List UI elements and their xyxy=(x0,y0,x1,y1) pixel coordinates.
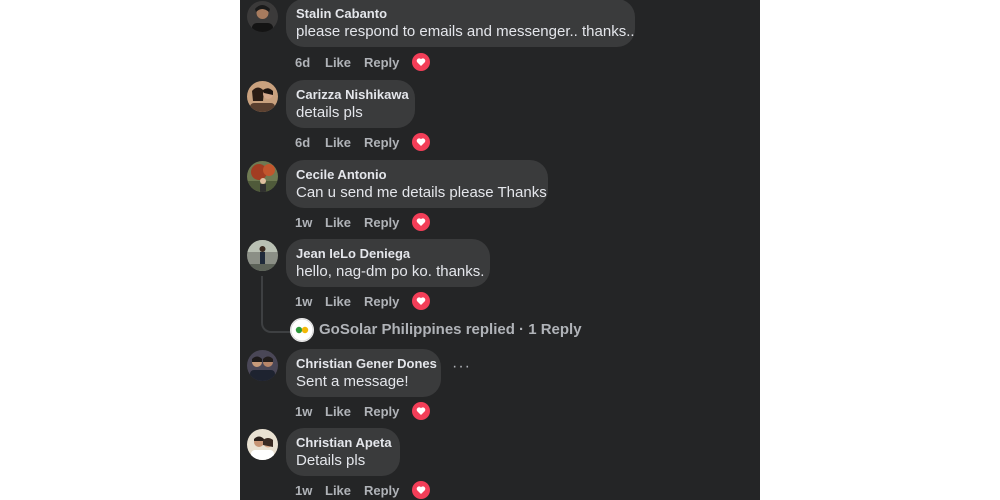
reply-button[interactable]: Reply xyxy=(364,55,399,70)
like-button[interactable]: Like xyxy=(325,404,351,419)
heart-icon[interactable] xyxy=(412,213,430,231)
more-options-icon[interactable]: ··· xyxy=(452,359,470,378)
comment-text: Details pls xyxy=(296,452,366,469)
thread-connector xyxy=(261,276,292,333)
avatar[interactable] xyxy=(247,240,278,271)
comment-author[interactable]: Carizza Nishikawa xyxy=(296,87,409,102)
reply-button[interactable]: Reply xyxy=(364,294,399,309)
avatar[interactable] xyxy=(247,1,278,32)
heart-icon[interactable] xyxy=(412,292,430,310)
reply-button[interactable]: Reply xyxy=(364,483,399,498)
comment-author[interactable]: Jean IeLo Deniega xyxy=(296,246,410,261)
reply-button[interactable]: Reply xyxy=(364,135,399,150)
comment-bubble: Christian Gener Dones Sent a message! xyxy=(286,349,441,397)
comment-text: hello, nag-dm po ko. thanks. xyxy=(296,263,485,280)
comment-timestamp[interactable]: 6d xyxy=(295,55,310,70)
comment-timestamp[interactable]: 1w xyxy=(295,294,312,309)
like-button[interactable]: Like xyxy=(325,55,351,70)
avatar[interactable] xyxy=(247,81,278,112)
avatar[interactable] xyxy=(247,429,278,460)
comment-item: Christian Gener Dones Sent a message! 1w… xyxy=(240,349,760,429)
comment-item: Carizza Nishikawa details pls 6d Like Re… xyxy=(240,80,760,160)
comment-author[interactable]: Christian Apeta xyxy=(296,435,392,450)
comment-text: Can u send me details please Thanks xyxy=(296,184,547,201)
comment-timestamp[interactable]: 1w xyxy=(295,215,312,230)
comment-author[interactable]: Cecile Antonio xyxy=(296,167,387,182)
comment-text: details pls xyxy=(296,104,363,121)
comment-timestamp[interactable]: 1w xyxy=(295,483,312,498)
avatar[interactable] xyxy=(247,161,278,192)
comment-timestamp[interactable]: 1w xyxy=(295,404,312,419)
comment-bubble: Christian Apeta Details pls xyxy=(286,428,400,476)
comment-text: please respond to emails and messenger..… xyxy=(296,23,635,40)
avatar[interactable] xyxy=(247,350,278,381)
like-button[interactable]: Like xyxy=(325,483,351,498)
comment-item: Cecile Antonio Can u send me details ple… xyxy=(240,160,760,240)
comment-item: Jean IeLo Deniega hello, nag-dm po ko. t… xyxy=(240,239,760,319)
comment-item: Stalin Cabanto please respond to emails … xyxy=(240,0,760,80)
comments-panel: Stalin Cabanto please respond to emails … xyxy=(240,0,760,500)
heart-icon[interactable] xyxy=(412,53,430,71)
comment-bubble: Cecile Antonio Can u send me details ple… xyxy=(286,160,548,208)
comment-bubble: Carizza Nishikawa details pls xyxy=(286,80,415,128)
heart-icon[interactable] xyxy=(412,133,430,151)
comment-author[interactable]: Christian Gener Dones xyxy=(296,356,437,371)
heart-icon[interactable] xyxy=(412,402,430,420)
like-button[interactable]: Like xyxy=(325,215,351,230)
comment-text: Sent a message! xyxy=(296,373,409,390)
replies-summary[interactable]: GoSolar Philippines replied · 1 Reply xyxy=(319,321,582,338)
comment-bubble: Jean IeLo Deniega hello, nag-dm po ko. t… xyxy=(286,239,490,287)
comment-bubble: Stalin Cabanto please respond to emails … xyxy=(286,0,635,47)
reply-button[interactable]: Reply xyxy=(364,215,399,230)
like-button[interactable]: Like xyxy=(325,294,351,309)
comment-item: Christian Apeta Details pls 1w Like Repl… xyxy=(240,428,760,500)
comment-timestamp[interactable]: 6d xyxy=(295,135,310,150)
reply-button[interactable]: Reply xyxy=(364,404,399,419)
comment-author[interactable]: Stalin Cabanto xyxy=(296,6,387,21)
like-button[interactable]: Like xyxy=(325,135,351,150)
heart-icon[interactable] xyxy=(412,481,430,499)
gosolar-logo-icon xyxy=(290,318,314,342)
